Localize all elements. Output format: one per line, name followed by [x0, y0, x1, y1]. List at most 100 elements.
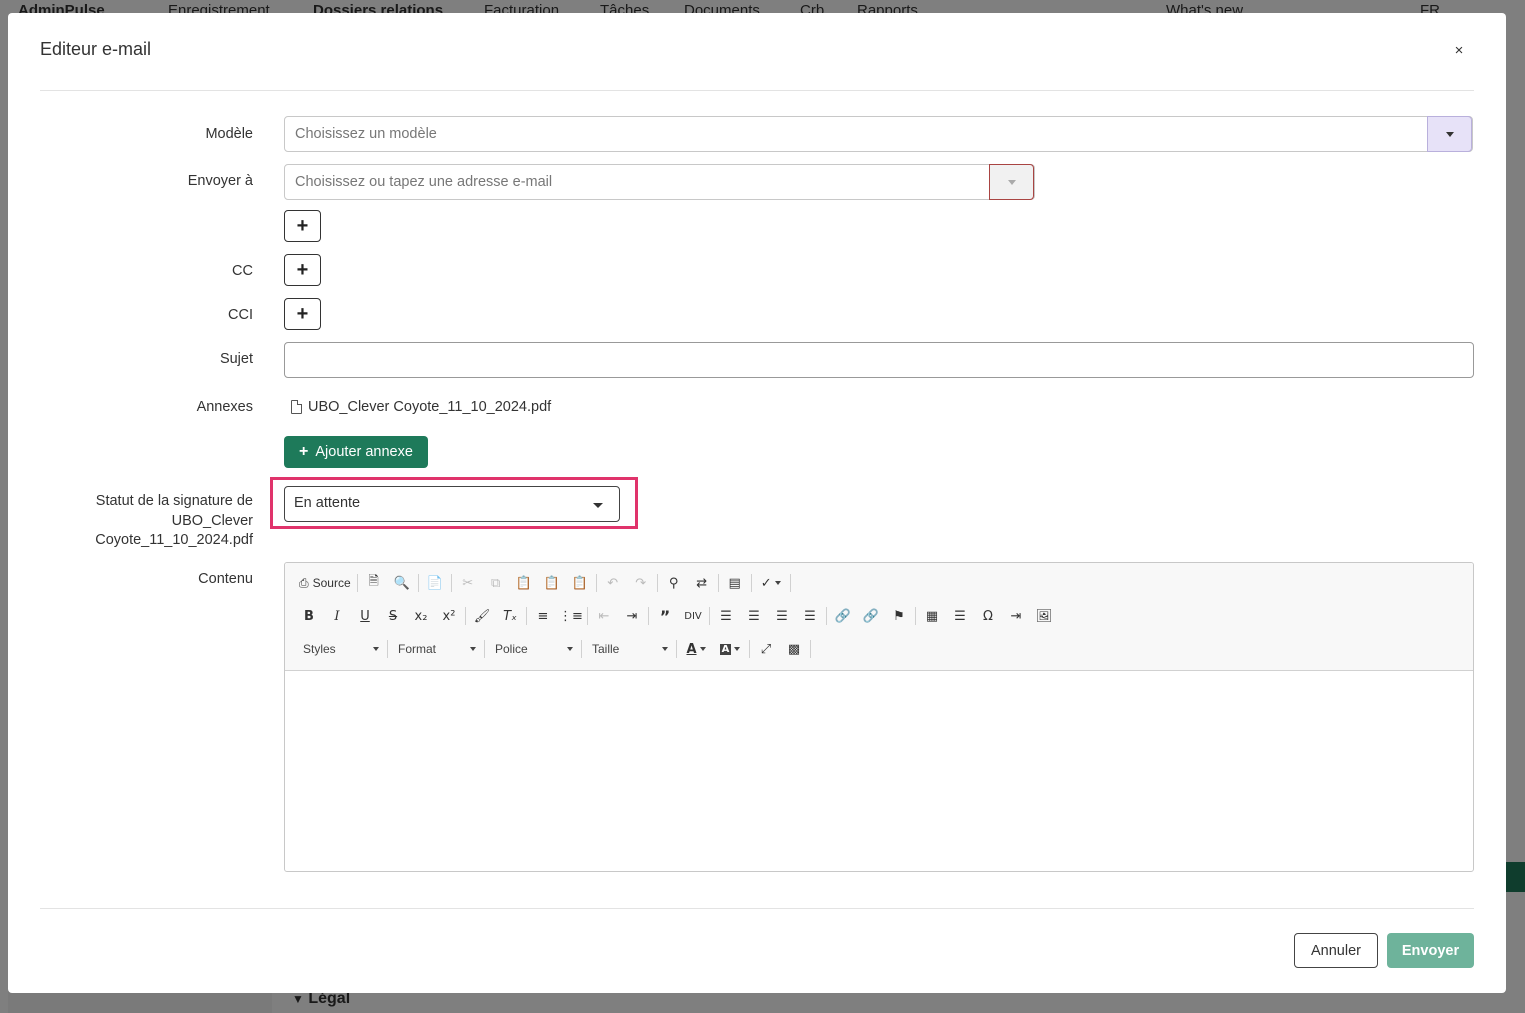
paste-text-icon[interactable]: 📋	[538, 570, 566, 596]
bold-icon[interactable]: B	[295, 603, 323, 629]
preview-icon[interactable]: 🔍	[388, 570, 416, 596]
bulleted-list-icon[interactable]: ⋮≡	[557, 603, 585, 629]
unlink-icon[interactable]: 🔗	[857, 603, 885, 629]
anchor-icon[interactable]: ⚑	[885, 603, 913, 629]
toolbar-separator	[810, 640, 811, 658]
align-center-icon[interactable]: ☰	[740, 603, 768, 629]
add-attachment-button[interactable]: + Ajouter annexe	[284, 436, 428, 468]
subject-input[interactable]	[284, 342, 1474, 378]
source-label: Source	[312, 576, 351, 590]
blockquote-icon[interactable]: ”	[651, 603, 679, 629]
show-blocks-icon[interactable]: ▩	[780, 636, 808, 662]
align-left-icon[interactable]: ☰	[712, 603, 740, 629]
save-icon[interactable]: 🗎	[360, 570, 388, 596]
underline-icon[interactable]: U	[351, 603, 379, 629]
toolbar-separator	[717, 574, 719, 592]
text-color-icon[interactable]: A	[679, 636, 713, 662]
template-select[interactable]: Choisissez un modèle	[284, 116, 1473, 152]
send-to-dropdown-button[interactable]	[989, 164, 1034, 200]
subscript-icon[interactable]: x₂	[407, 603, 435, 629]
editor-toolbar: ⎙ Source 🗎 🔍 📄 ✂ ⧉ 📋 📋 📋 ↶ ↷ ⚲ ⇄ ▤ ✓ B I…	[285, 563, 1473, 671]
add-cc-button[interactable]: +	[284, 254, 321, 286]
cancel-button[interactable]: Annuler	[1294, 933, 1378, 968]
maximize-icon[interactable]: ⤢	[752, 636, 780, 662]
toolbar-separator	[356, 574, 358, 592]
attachment-item[interactable]: UBO_Clever Coyote_11_10_2024.pdf	[291, 399, 551, 415]
replace-icon[interactable]: ⇄	[688, 570, 716, 596]
styles-combo-label: Styles	[303, 642, 336, 656]
paste-icon[interactable]: 📋	[510, 570, 538, 596]
footer-divider	[40, 908, 1474, 909]
email-editor-modal: Editeur e-mail × Modèle Choisissez un mo…	[8, 13, 1506, 993]
source-button[interactable]: ⎙ Source	[295, 570, 355, 596]
strike-icon[interactable]: S	[379, 603, 407, 629]
format-combo[interactable]: Format	[390, 637, 482, 661]
horizontal-rule-icon[interactable]: ☰	[946, 603, 974, 629]
remove-format-icon[interactable]: Tₓ	[496, 603, 524, 629]
subject-label: Sujet	[219, 351, 253, 367]
indent-icon[interactable]: ⇥	[618, 603, 646, 629]
toolbar-row-1: ⎙ Source 🗎 🔍 📄 ✂ ⧉ 📋 📋 📋 ↶ ↷ ⚲ ⇄ ▤ ✓	[295, 570, 793, 596]
header-divider	[40, 90, 1474, 91]
italic-icon[interactable]: I	[323, 603, 351, 629]
toolbar-separator	[526, 607, 527, 625]
send-button[interactable]: Envoyer	[1387, 933, 1474, 968]
add-recipient-button[interactable]: +	[284, 210, 321, 242]
spellcheck-icon[interactable]: ✓	[754, 570, 788, 596]
outdent-icon[interactable]: ⇤	[590, 603, 618, 629]
toolbar-separator	[465, 607, 466, 625]
editor-content-area[interactable]	[285, 671, 1473, 871]
template-dropdown-button[interactable]	[1427, 116, 1472, 152]
special-char-icon[interactable]: Ω	[974, 603, 1002, 629]
redo-icon[interactable]: ↷	[627, 570, 655, 596]
link-icon[interactable]: 🔗	[829, 603, 857, 629]
toolbar-separator	[595, 574, 597, 592]
templates-icon[interactable]: 📄	[421, 570, 449, 596]
table-icon[interactable]: ▦	[918, 603, 946, 629]
superscript-icon[interactable]: x²	[435, 603, 463, 629]
signature-status-value: En attente	[294, 495, 361, 511]
find-icon[interactable]: ⚲	[660, 570, 688, 596]
chevron-down-icon	[567, 647, 573, 651]
toolbar-separator	[676, 640, 677, 658]
cut-icon[interactable]: ✂	[454, 570, 482, 596]
toolbar-separator	[450, 574, 452, 592]
toolbar-separator	[417, 574, 419, 592]
bg-color-icon[interactable]: A	[713, 636, 747, 662]
attachment-filename: UBO_Clever Coyote_11_10_2024.pdf	[308, 399, 552, 415]
paste-word-icon[interactable]: 📋	[566, 570, 594, 596]
send-to-input[interactable]: Choisissez ou tapez une adresse e-mail	[284, 164, 1035, 200]
toolbar-row-2: B I U S x₂ x² 🖌 Tₓ ≡ ⋮≡ ⇤ ⇥ ” DIV ☰ ☰ ☰ …	[295, 603, 1058, 629]
modal-title: Editeur e-mail	[40, 39, 152, 59]
toolbar-separator	[789, 574, 791, 592]
close-icon[interactable]: ×	[1452, 43, 1466, 59]
toolbar-row-3: Styles Format Police Taille A A ⤢ ▩	[295, 636, 813, 662]
size-combo-label: Taille	[592, 642, 620, 656]
size-combo[interactable]: Taille	[584, 637, 674, 661]
numbered-list-icon[interactable]: ≡	[529, 603, 557, 629]
page-break-icon[interactable]: ⇥	[1002, 603, 1030, 629]
toolbar-separator	[581, 640, 582, 658]
bcc-label: CCI	[228, 307, 253, 323]
signature-status-select[interactable]: En attente	[284, 486, 620, 522]
image-icon[interactable]: 🖼	[1030, 603, 1058, 629]
select-all-icon[interactable]: ▤	[721, 570, 749, 596]
toolbar-separator	[826, 607, 827, 625]
align-right-icon[interactable]: ☰	[768, 603, 796, 629]
cc-label: CC	[232, 263, 253, 279]
chevron-down-icon	[373, 647, 379, 651]
justify-icon[interactable]: ☰	[796, 603, 824, 629]
copy-icon[interactable]: ⧉	[482, 570, 510, 596]
add-bcc-button[interactable]: +	[284, 298, 321, 330]
copy-format-icon[interactable]: 🖌	[468, 603, 496, 629]
creatediv-icon[interactable]: DIV	[679, 603, 707, 629]
styles-combo[interactable]: Styles	[295, 637, 385, 661]
undo-icon[interactable]: ↶	[599, 570, 627, 596]
toolbar-separator	[648, 607, 649, 625]
font-combo-label: Police	[495, 642, 528, 656]
toolbar-separator	[750, 574, 752, 592]
chevron-down-icon	[470, 647, 476, 651]
add-attachment-label: Ajouter annexe	[315, 444, 413, 460]
chevron-down-icon	[1007, 179, 1016, 185]
font-combo[interactable]: Police	[487, 637, 579, 661]
